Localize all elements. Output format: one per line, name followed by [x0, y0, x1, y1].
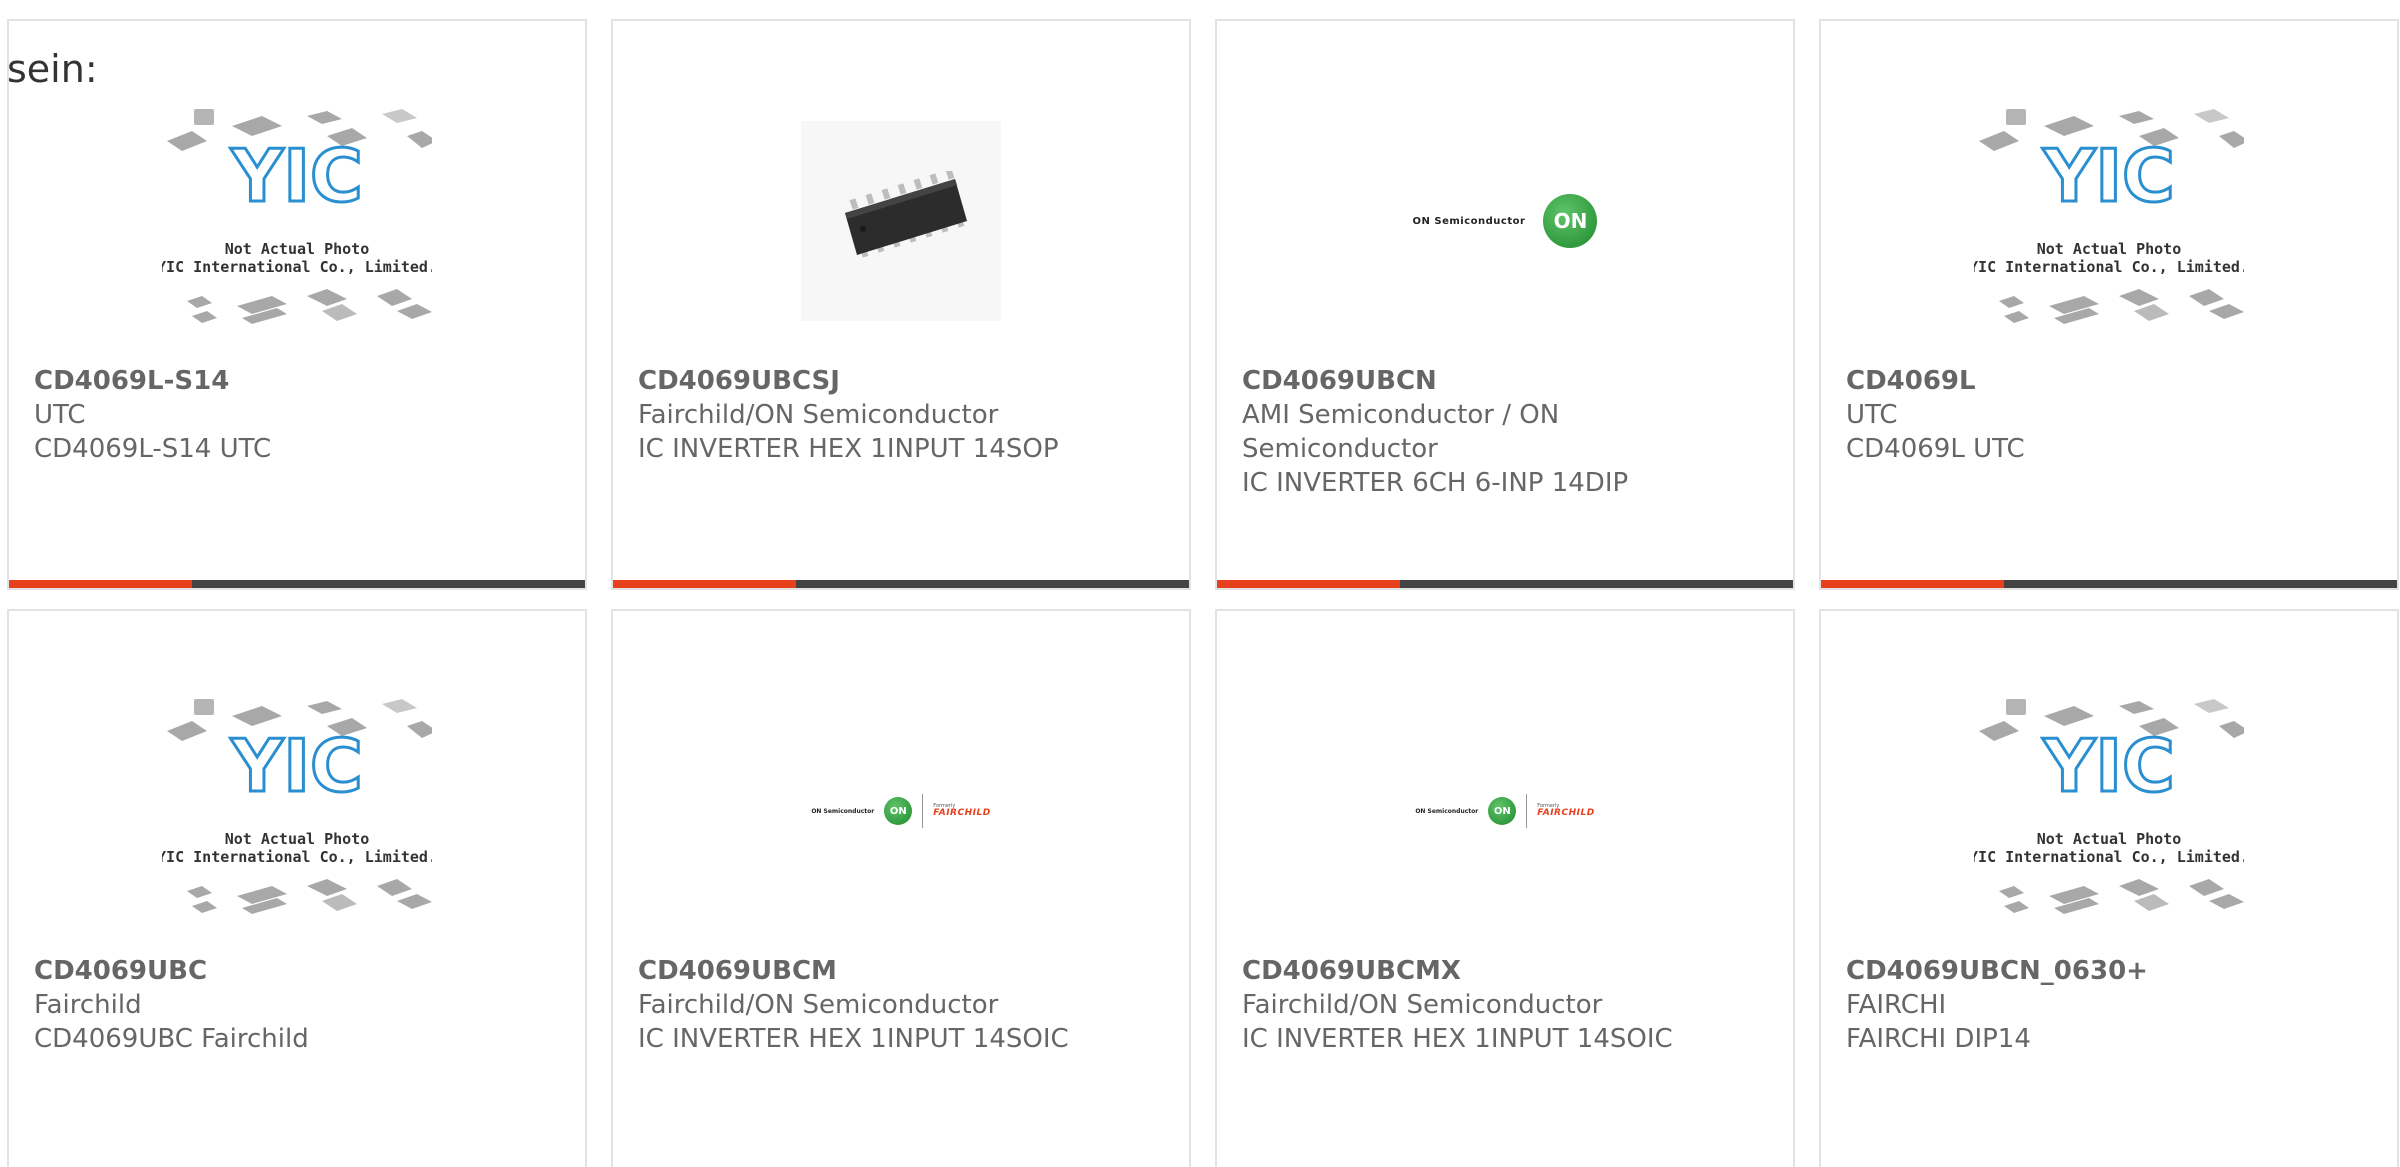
product-grid: YIC Not Actual Photo YIC International C… [7, 19, 2399, 1167]
on-logo-icon: ON [1543, 194, 1598, 248]
manufacturer: Fairchild [34, 990, 142, 1020]
product-image[interactable]: YIC Not Actual Photo YIC International C… [9, 661, 585, 961]
product-image[interactable]: YIC Not Actual Photo YIC International C… [9, 71, 585, 371]
yic-placeholder-icon: YIC Not Actual Photo YIC International C… [162, 699, 432, 914]
product-image[interactable]: ON Semiconductor ON Formerly FAIRCHILD [613, 661, 1189, 961]
svg-text:YIC: YIC [2042, 134, 2175, 218]
product-image[interactable]: ON Semiconductor ON [1217, 71, 1793, 371]
description: IC INVERTER HEX 1INPUT 14SOP [638, 434, 1059, 464]
svg-text:YIC International Co., Limited: YIC International Co., Limited. [162, 848, 432, 866]
product-card[interactable]: YIC Not Actual Photo YIC International C… [7, 609, 587, 1167]
card-bottom-bar [613, 580, 1189, 588]
svg-text:Not Actual Photo: Not Actual Photo [225, 240, 370, 258]
description: CD4069L-S14 UTC [34, 434, 272, 464]
ic-chip-photo [801, 121, 1001, 321]
manufacturer: Fairchild/ON Semiconductor [638, 400, 999, 430]
card-bottom-bar [9, 580, 585, 588]
part-number-link[interactable]: CD4069UBCN [1242, 364, 1753, 398]
description: CD4069L UTC [1846, 434, 2025, 464]
card-bottom-bar [1217, 580, 1793, 588]
on-logo-icon: ON [1488, 797, 1517, 825]
product-card[interactable]: YIC Not Actual Photo YIC International C… [1819, 19, 2399, 590]
product-card[interactable]: CD4069UBCSJ Fairchild/ON Semiconductor I… [611, 19, 1191, 590]
on-logo-icon: ON [884, 797, 913, 825]
card-bottom-bar [1821, 580, 2397, 588]
svg-text:YIC: YIC [230, 724, 363, 808]
intro-text: sein: [7, 47, 98, 91]
svg-text:Not Actual Photo: Not Actual Photo [2037, 830, 2182, 848]
on-fairchild-logo: ON Semiconductor ON Formerly FAIRCHILD [811, 794, 990, 828]
manufacturer: FAIRCHI [1846, 990, 1947, 1020]
description: FAIRCHI DIP14 [1846, 1024, 2031, 1054]
yic-placeholder-icon: YIC Not Actual Photo YIC International C… [1974, 699, 2244, 914]
on-fairchild-logo: ON Semiconductor ON Formerly FAIRCHILD [1415, 794, 1594, 828]
part-number-link[interactable]: CD4069UBCMX [1242, 954, 1753, 988]
part-number-link[interactable]: CD4069L-S14 [34, 364, 545, 398]
product-card[interactable]: YIC Not Actual Photo YIC International C… [7, 19, 587, 590]
svg-text:Not Actual Photo: Not Actual Photo [2037, 240, 2182, 258]
product-card[interactable]: ON Semiconductor ON Formerly FAIRCHILD C… [611, 609, 1191, 1167]
part-number-link[interactable]: CD4069L [1846, 364, 2357, 398]
svg-text:YIC International Co., Limited: YIC International Co., Limited. [162, 258, 432, 276]
description: CD4069UBC Fairchild [34, 1024, 309, 1054]
description: IC INVERTER 6CH 6-INP 14DIP [1242, 468, 1629, 498]
manufacturer: AMI Semiconductor / ON Semiconductor [1242, 400, 1560, 464]
manufacturer: Fairchild/ON Semiconductor [1242, 990, 1603, 1020]
svg-text:YIC: YIC [230, 134, 363, 218]
manufacturer: UTC [1846, 400, 1898, 430]
product-card[interactable]: ON Semiconductor ON CD4069UBCN AMI Semic… [1215, 19, 1795, 590]
part-number-link[interactable]: CD4069UBCM [638, 954, 1149, 988]
svg-text:YIC International Co., Limited: YIC International Co., Limited. [1974, 848, 2244, 866]
soic-chip-icon [845, 171, 967, 258]
product-image[interactable]: YIC Not Actual Photo YIC International C… [1821, 71, 2397, 371]
description: IC INVERTER HEX 1INPUT 14SOIC [638, 1024, 1069, 1054]
description: IC INVERTER HEX 1INPUT 14SOIC [1242, 1024, 1673, 1054]
part-number-link[interactable]: CD4069UBCSJ [638, 364, 1149, 398]
product-card[interactable]: ON Semiconductor ON Formerly FAIRCHILD C… [1215, 609, 1795, 1167]
yic-placeholder-icon: YIC Not Actual Photo YIC International C… [162, 109, 432, 324]
product-image[interactable] [613, 71, 1189, 371]
manufacturer: UTC [34, 400, 86, 430]
product-card[interactable]: YIC Not Actual Photo YIC International C… [1819, 609, 2399, 1167]
product-image[interactable]: ON Semiconductor ON Formerly FAIRCHILD [1217, 661, 1793, 961]
svg-text:Not Actual Photo: Not Actual Photo [225, 830, 370, 848]
part-number-link[interactable]: CD4069UBCN_0630+ [1846, 954, 2357, 988]
yic-placeholder-icon: YIC Not Actual Photo YIC International C… [1974, 109, 2244, 324]
product-image[interactable]: YIC Not Actual Photo YIC International C… [1821, 661, 2397, 961]
svg-text:YIC International Co., Limited: YIC International Co., Limited. [1974, 258, 2244, 276]
manufacturer: Fairchild/ON Semiconductor [638, 990, 999, 1020]
part-number-link[interactable]: CD4069UBC [34, 954, 545, 988]
on-semiconductor-logo: ON Semiconductor ON [1413, 194, 1598, 248]
svg-text:YIC: YIC [2042, 724, 2175, 808]
